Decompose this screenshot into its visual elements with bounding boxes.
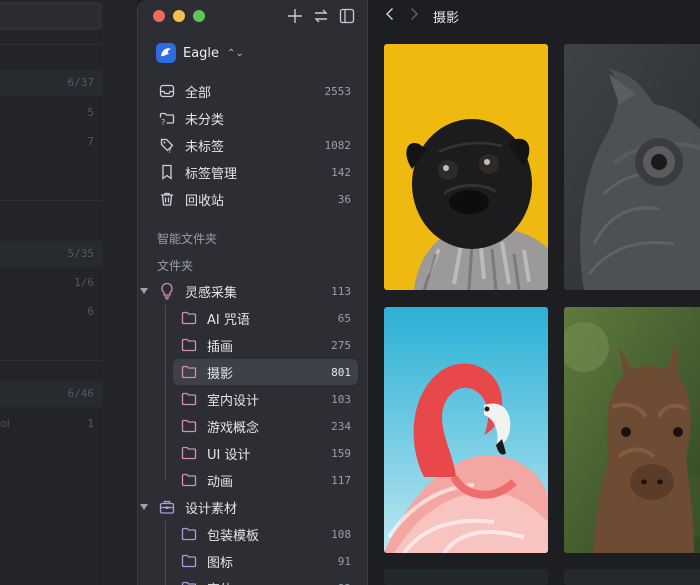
library-name: Eagle <box>183 45 220 61</box>
trash-icon <box>158 190 176 208</box>
section-smart-folders[interactable]: 智能文件夹 <box>157 230 217 247</box>
folder-icon <box>180 309 198 327</box>
background-row: 5/35 <box>0 241 103 267</box>
section-folders[interactable]: 文件夹 <box>157 257 193 274</box>
library-switcher[interactable]: Eagle ⌃⌄ <box>156 43 244 63</box>
bookmark-icon <box>158 163 176 181</box>
breadcrumb: 摄影 <box>433 10 460 26</box>
background-divider <box>102 0 103 585</box>
folder-ui-design[interactable]: UI 设计 159 <box>173 440 358 466</box>
folder-icon <box>180 579 198 585</box>
folder-illustration[interactable]: 插画 275 <box>173 332 358 358</box>
background-row: ol 1 <box>0 417 94 430</box>
flamingo-photo[interactable] <box>384 307 548 553</box>
swap-arrows-icon[interactable] <box>313 7 329 25</box>
folder-packaging-templates[interactable]: 包装模板 108 <box>173 521 358 547</box>
eagle-logo-icon <box>156 43 176 63</box>
folder-interior-design[interactable]: 室内设计 103 <box>173 386 358 412</box>
background-row: 7 <box>87 135 94 148</box>
background-window: 6/37 5 7 5/35 1/6 6 6/46 ol 1 <box>0 0 137 585</box>
nav-item-all[interactable]: 全部 2553 <box>148 78 358 104</box>
folder-question-icon: ? <box>158 109 176 127</box>
alpaca-photo[interactable] <box>564 307 700 553</box>
folder-icon <box>180 471 198 489</box>
nav-item-tag-management[interactable]: 标签管理 142 <box>148 159 358 185</box>
folder-ai-prompts[interactable]: AI 咒语 65 <box>173 305 358 331</box>
sidebar-toolbar <box>287 7 355 25</box>
background-row: 5 <box>87 106 94 119</box>
svg-text:?: ? <box>168 147 172 153</box>
zoom-window-button[interactable] <box>193 10 205 22</box>
briefcase-icon <box>158 498 176 516</box>
owl-photo[interactable] <box>564 44 700 290</box>
sidebar-toggle-icon[interactable] <box>339 7 355 25</box>
nav-item-trash[interactable]: 回收站 36 <box>148 186 358 212</box>
tree-connector <box>165 305 166 480</box>
chevron-down-icon[interactable] <box>140 288 148 294</box>
forward-arrow-icon[interactable] <box>409 7 419 25</box>
main-content: 摄影 <box>369 0 700 585</box>
folder-icon <box>180 363 198 381</box>
folder-group-inspiration[interactable]: 灵感采集 113 <box>140 278 358 304</box>
folder-icon <box>180 525 198 543</box>
chevron-down-icon[interactable] <box>140 504 148 510</box>
photo-thumbnail[interactable] <box>564 569 700 585</box>
photo-thumbnail[interactable] <box>384 569 548 585</box>
background-row: 1/6 <box>74 276 94 289</box>
background-row: 6 <box>87 305 94 318</box>
folder-icon <box>180 444 198 462</box>
folder-game-concept[interactable]: 游戏概念 234 <box>173 413 358 439</box>
pug-dog-photo[interactable] <box>384 44 548 290</box>
nav-item-uncategorized[interactable]: ? 未分类 <box>148 105 358 131</box>
folder-fonts[interactable]: 字体 83 <box>173 575 358 585</box>
sidebar: Eagle ⌃⌄ 全部 2553 ? 未分类 ? 未标签 1082 标签管理 1… <box>137 0 368 585</box>
background-divider <box>0 44 103 45</box>
nav-item-untagged[interactable]: ? 未标签 1082 <box>148 132 358 158</box>
background-divider <box>0 200 103 201</box>
svg-text:?: ? <box>161 118 165 126</box>
background-row: 6/46 <box>0 381 103 407</box>
folder-icon <box>180 552 198 570</box>
tree-connector <box>165 521 166 585</box>
lightbulb-icon <box>158 282 176 300</box>
folder-group-design-assets[interactable]: 设计素材 <box>140 494 358 520</box>
tray-icon <box>158 82 176 100</box>
folder-animation[interactable]: 动画 117 <box>173 467 358 493</box>
back-arrow-icon[interactable] <box>385 7 395 25</box>
background-divider <box>0 360 103 361</box>
background-row: 6/37 <box>0 70 103 96</box>
folder-photography[interactable]: 摄影 801 <box>173 359 358 385</box>
folder-icons[interactable]: 图标 91 <box>173 548 358 574</box>
window-controls <box>153 10 205 22</box>
folder-icon <box>180 336 198 354</box>
folder-icon <box>180 390 198 408</box>
add-icon[interactable] <box>287 7 303 25</box>
navigation-bar: 摄影 <box>385 7 460 26</box>
background-search-field <box>0 2 103 30</box>
close-window-button[interactable] <box>153 10 165 22</box>
tag-question-icon: ? <box>158 136 176 154</box>
chevron-up-down-icon: ⌃⌄ <box>227 47 244 59</box>
minimize-window-button[interactable] <box>173 10 185 22</box>
folder-icon <box>180 417 198 435</box>
